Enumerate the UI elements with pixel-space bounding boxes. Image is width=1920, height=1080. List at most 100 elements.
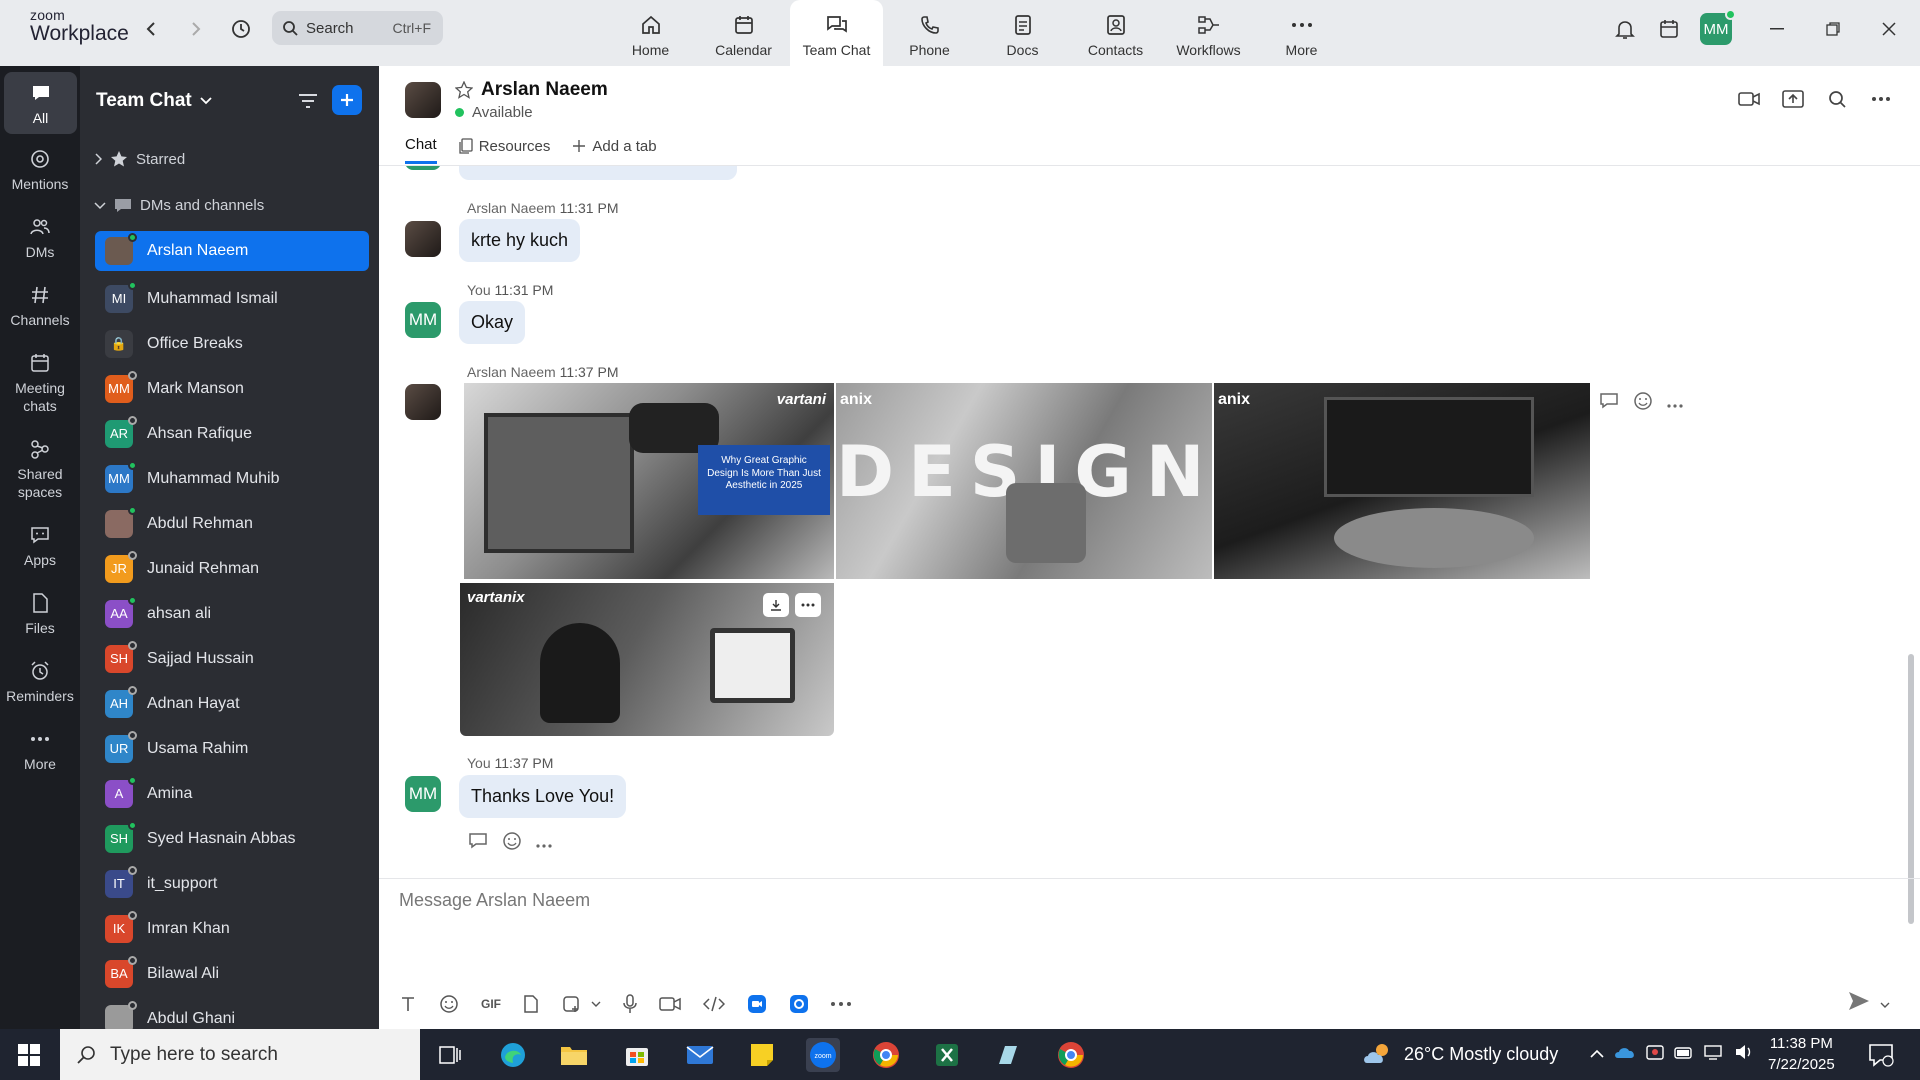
taskbar-clock[interactable]: 11:38 PM 7/22/2025 [1768,1033,1835,1075]
nav-workflows[interactable]: Workflows [1162,0,1255,66]
sidebar-item[interactable]: SH Sajjad Hussain [95,636,369,681]
image-attachment[interactable]: vartanix [460,583,834,736]
store-icon[interactable] [620,1038,654,1072]
screenshot-icon[interactable] [561,992,581,1016]
share-screen-icon[interactable] [1780,86,1806,112]
chat-name-text[interactable]: Arslan Naeem [481,79,608,101]
sidebar-item[interactable]: MM Muhammad Muhib [95,456,369,501]
zoom-app-icon[interactable] [747,992,767,1016]
video-call-icon[interactable] [1736,86,1762,112]
search-icon[interactable] [1824,86,1850,112]
emoji-reaction-icon[interactable] [502,831,522,855]
reply-icon[interactable] [468,832,488,854]
sidebar-item[interactable]: MM Mark Manson [95,366,369,411]
avatar[interactable] [405,384,441,420]
new-chat-button[interactable] [332,85,362,115]
contact-avatar[interactable] [405,82,441,118]
search-box[interactable]: Search Ctrl+F [272,11,443,45]
image-attachment[interactable]: anix [1214,383,1590,579]
onedrive-icon[interactable] [1614,1045,1636,1063]
sticky-notes-icon[interactable] [745,1038,779,1072]
restore-icon[interactable] [1818,16,1848,42]
tab-add[interactable]: Add a tab [572,136,657,164]
windows-start-icon[interactable] [18,1044,40,1070]
microphone-icon[interactable] [623,992,637,1016]
edge-icon[interactable] [496,1038,530,1072]
app-icon[interactable] [991,1038,1025,1072]
video-message-icon[interactable] [659,992,681,1016]
file-icon[interactable] [523,992,539,1016]
filter-icon[interactable] [295,88,321,114]
volume-icon[interactable] [1734,1044,1754,1064]
more-icon[interactable] [831,992,851,1016]
nav-docs[interactable]: Docs [976,0,1069,66]
rail-shared-spaces[interactable]: Shared spaces [0,436,80,501]
sidebar-item[interactable]: SH Syed Hasnain Abbas [95,816,369,861]
rail-channels[interactable]: Channels [0,282,80,330]
nav-more[interactable]: More [1255,0,1348,66]
sidebar-item[interactable]: Abdul Rehman [95,501,369,546]
history-icon[interactable] [228,16,254,42]
zoom-taskbar-icon[interactable]: zoom [806,1038,840,1072]
rail-dms[interactable]: DMs [0,214,80,262]
rail-reminders[interactable]: Reminders [0,658,80,706]
sidebar-item[interactable]: IK Imran Khan [95,906,369,951]
chrome-icon[interactable] [869,1038,903,1072]
message-bubble[interactable]: krte hy kuch [459,219,581,262]
back-arrow-icon[interactable] [138,16,164,42]
avatar[interactable]: MM [405,776,441,812]
rail-mentions[interactable]: Mentions [0,146,80,194]
star-icon[interactable] [455,81,473,99]
image-attachment[interactable]: vartani Why Great Graphic Design Is More… [464,383,834,579]
nav-home[interactable]: Home [604,0,697,66]
sidebar-item[interactable]: MI Muhammad Ismail [95,276,369,321]
rail-all[interactable]: All [4,72,77,134]
message-bubble[interactable]: Thanks Love You! [459,775,627,818]
avatar[interactable]: MM [405,302,441,338]
nav-calendar[interactable]: Calendar [697,0,790,66]
send-icon[interactable] [1848,991,1870,1015]
minimize-icon[interactable] [1762,16,1792,42]
avatar[interactable] [405,221,441,257]
emoji-icon[interactable] [439,992,459,1016]
rail-apps[interactable]: Apps [0,522,80,570]
nav-contacts[interactable]: Contacts [1069,0,1162,66]
scrollbar[interactable] [1908,654,1914,924]
sidebar-item[interactable]: AH Adnan Hayat [95,681,369,726]
network-icon[interactable] [1704,1044,1724,1064]
forward-arrow-icon[interactable] [183,16,209,42]
security-icon[interactable] [1646,1043,1664,1065]
download-icon[interactable] [763,593,789,617]
taskbar-search[interactable]: Type here to search [60,1029,420,1080]
rail-more[interactable]: More [0,726,80,774]
sidebar-item[interactable]: A Amina [95,771,369,816]
section-dms-channels[interactable]: DMs and channels [94,197,264,214]
message-input[interactable]: Message Arslan Naeem [399,890,590,911]
notifications-icon[interactable] [1868,1042,1894,1072]
zoom-clips-icon[interactable] [789,992,809,1016]
battery-icon[interactable] [1674,1046,1694,1063]
chevron-down-icon[interactable] [1880,995,1890,1012]
weather-widget[interactable]: 26°C Mostly cloudy [1362,1041,1558,1067]
nav-phone[interactable]: Phone [883,0,976,66]
image-attachment[interactable]: anix DESIGN [836,383,1212,579]
message-bubble[interactable]: Okay [459,301,526,344]
text-format-icon[interactable] [399,992,417,1016]
more-icon[interactable] [1868,86,1894,112]
tab-chat[interactable]: Chat [405,136,437,164]
sidebar-item[interactable]: AA ahsan ali [95,591,369,636]
more-icon[interactable] [536,835,552,852]
tab-resources[interactable]: Resources [459,136,550,164]
sidebar-title[interactable]: Team Chat [96,90,212,112]
sender-name[interactable]: Arslan Naeem [467,200,556,216]
code-snippet-icon[interactable] [703,992,725,1016]
sidebar-item[interactable]: IT it_support [95,861,369,906]
chevron-up-icon[interactable] [1590,1046,1604,1063]
nav-team-chat[interactable]: Team Chat [790,0,883,66]
more-icon[interactable] [1667,395,1683,412]
bell-icon[interactable] [1612,16,1638,42]
file-explorer-icon[interactable] [557,1038,591,1072]
sender-name[interactable]: Arslan Naeem [467,364,556,380]
excel-icon[interactable] [930,1038,964,1072]
mail-icon[interactable] [683,1038,717,1072]
